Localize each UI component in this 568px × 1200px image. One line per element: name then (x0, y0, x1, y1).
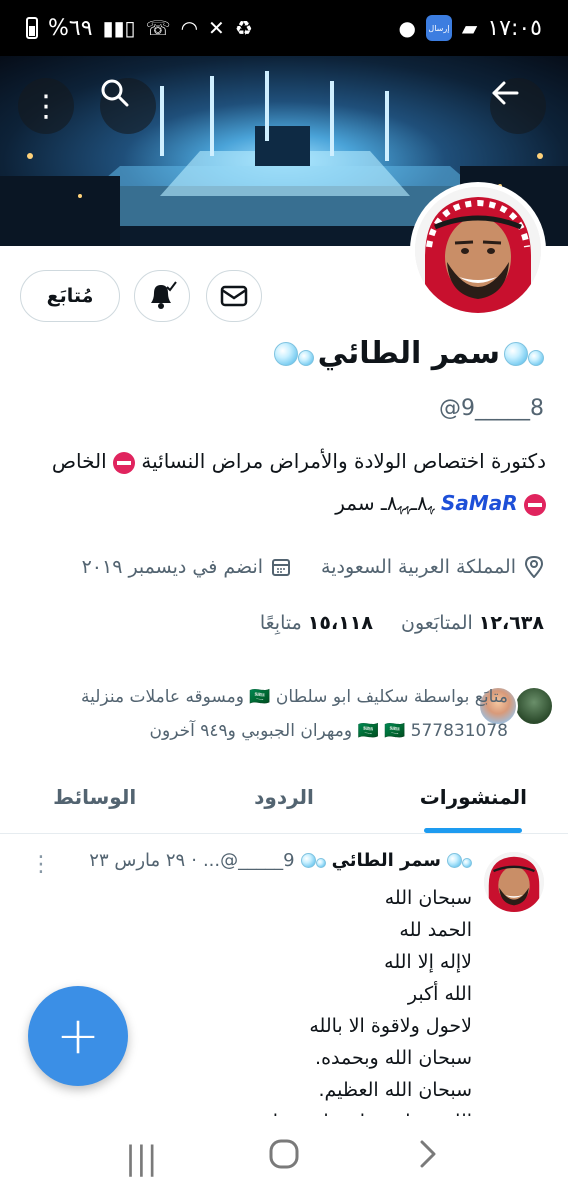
followers-count: ١٢،٦٣٨ (478, 612, 544, 634)
tweet-header: سمر الطائي 9_____@... · ٢٩ مارس ٢٣ (89, 850, 472, 871)
tweet-avatar[interactable] (484, 852, 544, 912)
arrow-back-icon[interactable] (490, 78, 546, 134)
tweet-line: سبحان الله العظيم. (318, 1079, 472, 1101)
compose-plus-icon: + (56, 1006, 100, 1066)
avatar (514, 686, 554, 726)
tweet-line: سبحان الله (384, 887, 472, 909)
following-count: ١٥،١١٨ (307, 612, 373, 634)
tweet-line: الله أكبر (407, 983, 472, 1005)
signal-icon: ▮▮▯ (102, 16, 136, 40)
message-icon: ▰ (461, 16, 478, 40)
bubbles-emoji-icon (273, 341, 314, 366)
no-entry-icon (524, 493, 546, 516)
tweet-line: لاحول ولاقوة الا بالله (309, 1015, 472, 1037)
tweet-dot: · (191, 850, 197, 871)
wifi-icon: ◠ (180, 16, 199, 40)
following-label: متابِعًا (259, 612, 302, 634)
bio-name-deco: ﮩ٨ـﮩﮩ٨ـ سمر (335, 491, 435, 515)
location-item: المملكة العربية السعودية (321, 556, 544, 578)
status-bar-left: %٦٩ ▮▮▯ ☏ ◠ ✕ ♻ (26, 16, 253, 41)
battery-level: %٦٩ (48, 15, 93, 41)
profile-bio: دكتورة اختصاص الولادة والأمراض مراض النس… (16, 440, 546, 524)
bio-line-1: دكتورة اختصاص الولادة والأمراض مراض النس… (16, 440, 546, 482)
followed-by-line-2: 577831078 🇸🇦 🇸🇦 ومهران الجبوبي و٩٤٩ آخرو… (149, 721, 508, 741)
message-button[interactable] (206, 270, 262, 322)
tweet-line: الحمد لله (399, 919, 472, 941)
location-icon (524, 556, 544, 578)
battery-icon (26, 17, 38, 39)
app-badge-icon: إرسال (425, 15, 452, 41)
tweet-text: سبحان الله الحمد لله لاإله إلا الله الله… (72, 882, 472, 1116)
following-stat[interactable]: ١٥،١١٨متابِعًا (260, 612, 373, 634)
bio-line-2: SaMaR ﮩ٨ـﮩﮩ٨ـ سمر (16, 482, 546, 524)
clock: ١٧:٠٥ (487, 15, 542, 41)
profile-meta: المملكة العربية السعودية انضم في ديسمبر … (82, 556, 544, 578)
mute-icon: ✕ (208, 16, 225, 40)
bio-brand: SaMaR (440, 491, 518, 515)
followed-by-line-1: متابَع بواسطة سكليف ابو سلطان 🇸🇦 ومسوقه … (81, 687, 508, 707)
dot-icon: ● (398, 16, 416, 40)
bubbles-emoji-icon (447, 853, 472, 868)
bio-text: دكتورة اختصاص الولادة والأمراض مراض النس… (141, 449, 546, 473)
tweet-line: لاإله إلا الله (384, 951, 472, 973)
no-entry-icon (113, 451, 136, 474)
recycle-icon: ♻ (234, 16, 253, 40)
bio-tail: الخاص (51, 449, 107, 473)
followers-stat[interactable]: ١٢،٦٣٨المتابَعون (401, 612, 544, 634)
tweet-line: سبحان الله وبحمده. (315, 1047, 472, 1069)
joined-item: انضم في ديسمبر ٢٠١٩ (82, 556, 291, 578)
profile-handle: @9_____8 (439, 396, 544, 421)
home-icon[interactable] (254, 1138, 314, 1178)
joined-text: انضم في ديسمبر ٢٠١٩ (81, 556, 264, 578)
search-icon[interactable] (100, 78, 156, 134)
more-vertical-icon[interactable]: ⋮ (18, 78, 74, 134)
bubbles-emoji-icon (504, 341, 544, 366)
notifications-button[interactable] (134, 270, 190, 322)
more-vertical-icon[interactable]: ⋮ (30, 852, 52, 877)
profile-avatar[interactable] (410, 182, 546, 318)
followed-by[interactable]: متابَع بواسطة سكليف ابو سلطان 🇸🇦 ومسوقه … (0, 680, 508, 748)
tab-replies[interactable]: الردود (189, 760, 378, 833)
followers-label: المتابَعون (400, 612, 473, 634)
mail-icon (220, 285, 248, 307)
profile-tabs: المنشورات الردود الوسائط (0, 760, 568, 834)
tweet-handle: 9_____@... (202, 850, 295, 871)
tweet-line: اللهم صل وسلم على نبينا (72, 1106, 472, 1116)
tab-posts[interactable]: المنشورات (379, 760, 568, 833)
location-text: المملكة العربية السعودية (321, 556, 516, 578)
compose-button[interactable]: + (28, 986, 128, 1086)
tweet-author: سمر الطائي (331, 850, 441, 871)
wifi-call-icon: ☏ (145, 16, 171, 40)
tweet-date: ٢٩ مارس ٢٣ (89, 850, 186, 871)
avatar-image (415, 187, 541, 313)
bubbles-emoji-icon (300, 853, 326, 868)
profile-name-row: سمر الطائي (273, 336, 544, 371)
recents-icon[interactable]: ||| (111, 1139, 171, 1177)
profile-name: سمر الطائي (317, 336, 500, 371)
tab-media[interactable]: الوسائط (0, 760, 189, 833)
back-icon[interactable] (397, 1138, 457, 1178)
calendar-icon (272, 559, 291, 576)
profile-stats: ١٢،٦٣٨المتابَعون ١٥،١١٨متابِعًا (260, 612, 544, 634)
following-button[interactable]: مُتابَع (20, 270, 120, 322)
status-bar: %٦٩ ▮▮▯ ☏ ◠ ✕ ♻ ● إرسال ▰ ١٧:٠٥ (0, 0, 568, 56)
bell-icon (151, 281, 177, 309)
system-nav-bar: ||| (0, 1116, 568, 1200)
status-bar-right: ● إرسال ▰ ١٧:٠٥ (398, 15, 542, 41)
